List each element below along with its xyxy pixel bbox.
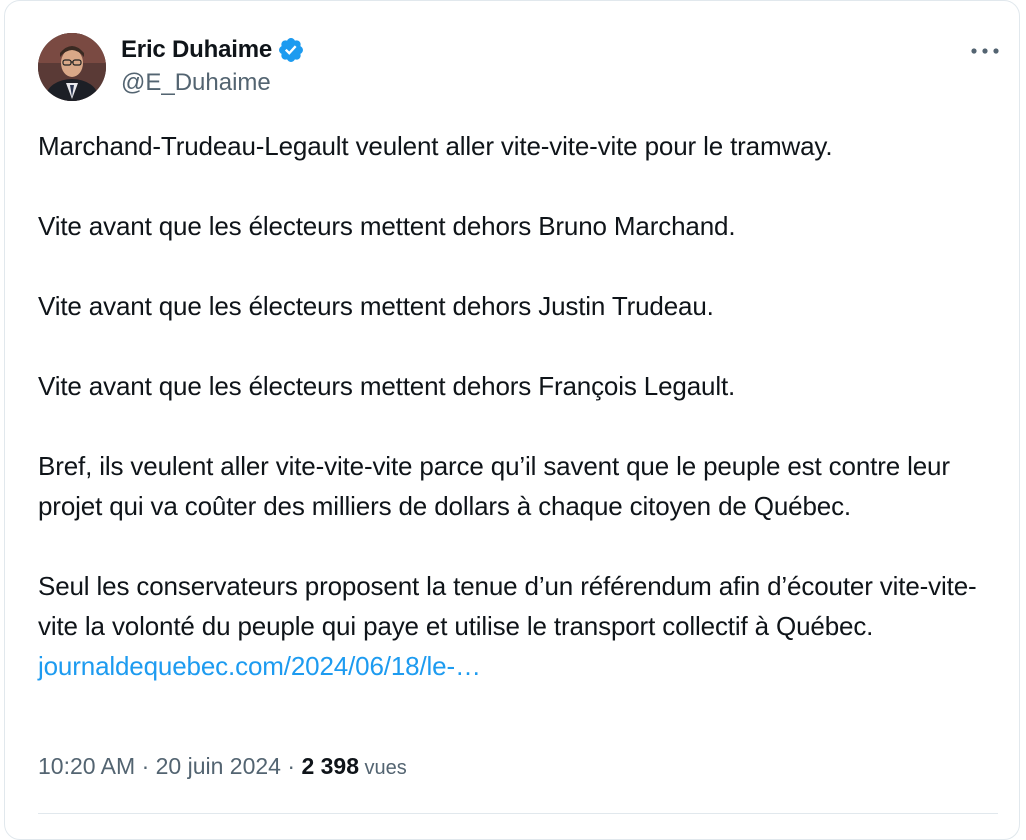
tweet-meta: 10:20 AM · 20 juin 2024 · 2 398 vues	[38, 753, 407, 780]
tweet-card: Eric Duhaime @E_Duhaime Marchand-Trudeau…	[4, 0, 1020, 840]
avatar[interactable]	[38, 33, 106, 101]
tweet-paragraph: Vite avant que les électeurs mettent deh…	[38, 291, 714, 321]
views-label: vues	[359, 757, 407, 779]
tweet-paragraph-last: Seul les conservateurs proposent la tenu…	[38, 566, 998, 686]
more-options-icon[interactable]	[967, 39, 1003, 63]
tweet-paragraph: Marchand-Trudeau-Legault veulent aller v…	[38, 131, 833, 161]
meta-separator: ·	[280, 753, 302, 779]
tweet-date[interactable]: 20 juin 2024	[156, 753, 281, 780]
tweet-text: Marchand-Trudeau-Legault veulent aller v…	[38, 126, 998, 686]
author-name-row: Eric Duhaime	[121, 34, 305, 66]
tweet-paragraph: Vite avant que les électeurs mettent deh…	[38, 371, 736, 401]
meta-separator: ·	[135, 753, 156, 779]
article-link[interactable]: journaldequebec.com/2024/06/18/le-…	[38, 651, 481, 681]
verified-badge-icon[interactable]	[277, 36, 305, 64]
tweet-paragraph: Bref, ils veulent aller vite-vite-vite p…	[38, 451, 957, 521]
views-count[interactable]: 2 398	[301, 753, 359, 780]
tweet-time[interactable]: 10:20 AM	[38, 753, 135, 780]
avatar-photo	[38, 33, 106, 101]
tweet-paragraph-text: Seul les conservateurs proposent la tenu…	[38, 571, 977, 641]
author-handle[interactable]: @E_Duhaime	[121, 69, 271, 97]
author-display-name[interactable]: Eric Duhaime	[121, 36, 272, 64]
tweet-paragraph: Vite avant que les électeurs mettent deh…	[38, 211, 736, 241]
